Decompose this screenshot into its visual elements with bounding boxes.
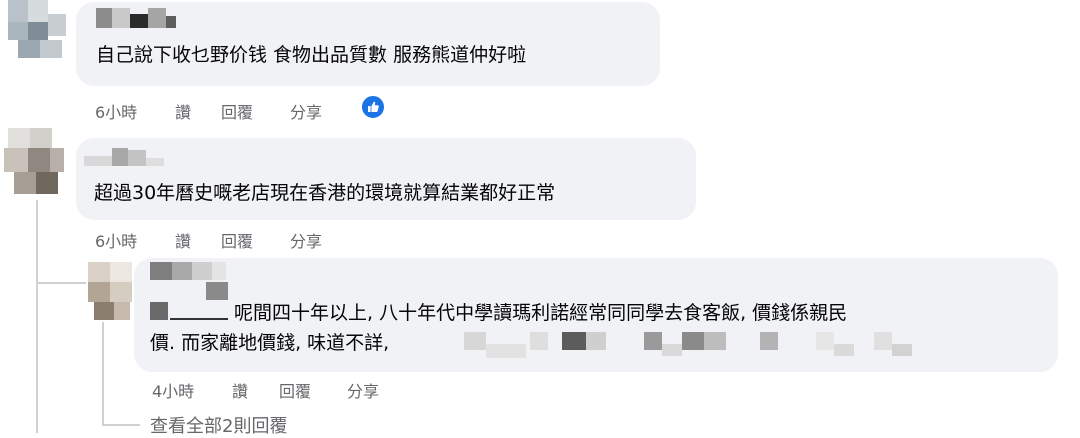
comment-actions: 6小時 讚 回覆 分享 [95, 228, 395, 252]
reply-link[interactable]: 回覆 [221, 99, 253, 123]
reply-timestamp[interactable]: 4小時 [152, 378, 194, 402]
share-link[interactable]: 分享 [290, 228, 322, 252]
comment-timestamp[interactable]: 6小時 [95, 99, 137, 123]
commenter-name[interactable] [84, 146, 164, 168]
comment-actions: 6小時 讚 回覆 分享 [95, 99, 395, 123]
commenter-name[interactable] [150, 262, 246, 302]
thread-line [36, 282, 86, 284]
commenter-name[interactable] [96, 8, 176, 30]
comment-timestamp[interactable]: 6小時 [95, 228, 137, 252]
share-link[interactable]: 分享 [347, 378, 379, 402]
reply-link[interactable]: 回覆 [221, 228, 253, 252]
reply-link[interactable]: 回覆 [279, 378, 311, 402]
share-link[interactable]: 分享 [290, 99, 322, 123]
like-link[interactable]: 讚 [175, 228, 191, 252]
redacted-text [464, 332, 924, 360]
reply-actions: 4小時 讚 回覆 分享 [152, 378, 452, 402]
comment-bubble: 超過30年曆史嘅老店現在香港的環境就算結業都好正常 [76, 138, 696, 220]
reply-bubble: 呢間四十年以上, 八十年代中學讀瑪利諾經常同同學去食客飯, 價錢係親民 價. 而… [134, 258, 1058, 372]
comment-text: 自己說下收乜野价钱 食物出品質數 服務熊道仲好啦 [96, 44, 527, 66]
reply-text-line1: 呢間四十年以上, 八十年代中學讀瑪利諾經常同同學去食客飯, 價錢係親民 [234, 302, 848, 324]
like-link[interactable]: 讚 [175, 99, 191, 123]
reply-text-line2: 價. 而家離地價錢, 味道不詳, [150, 332, 390, 354]
comment-text: 超過30年曆史嘅老店現在香港的環境就算結業都好正常 [94, 182, 556, 204]
thread-line [36, 200, 38, 433]
thread-line [102, 322, 104, 426]
view-more-replies-link[interactable]: 查看全部2則回覆 [150, 412, 287, 438]
avatar[interactable] [0, 128, 68, 200]
comment-bubble: 自己說下收乜野价钱 食物出品質數 服務熊道仲好啦 [76, 2, 660, 86]
avatar[interactable] [0, 0, 68, 58]
thread-line [102, 424, 140, 426]
thumbs-up-icon[interactable] [360, 94, 386, 120]
like-link[interactable]: 讚 [232, 378, 248, 402]
avatar[interactable] [88, 262, 132, 322]
mention-tag[interactable] [150, 302, 230, 322]
